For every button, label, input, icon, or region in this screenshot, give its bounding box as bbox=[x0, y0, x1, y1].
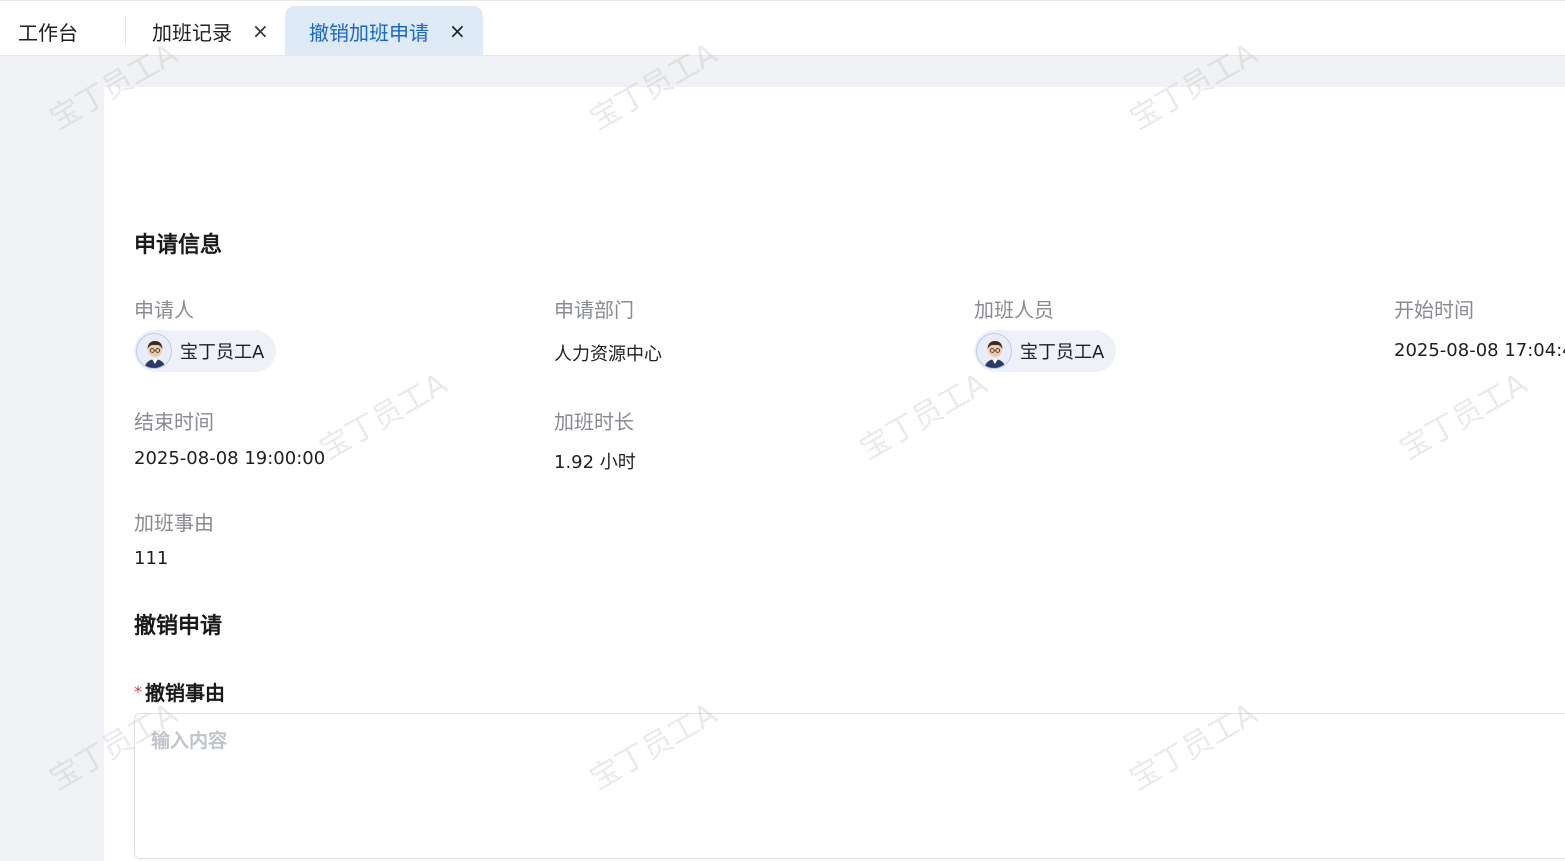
required-mark: * bbox=[134, 682, 142, 701]
cancel-reason-input[interactable] bbox=[134, 713, 1565, 859]
department-label: 申请部门 bbox=[554, 298, 634, 322]
applicant-chip[interactable]: 宝丁员工A bbox=[134, 330, 276, 372]
avatar bbox=[976, 333, 1012, 369]
user-avatar-icon bbox=[137, 334, 171, 368]
duration-value: 1.92 小时 bbox=[554, 452, 636, 473]
applicant-name: 宝丁员工A bbox=[180, 342, 265, 363]
section-title-cancel-application: 撤销申请 bbox=[134, 614, 223, 639]
applicant-label: 申请人 bbox=[134, 298, 194, 322]
cancel-reason-label: * 撤销事由 bbox=[134, 677, 225, 706]
overtime-person-chip[interactable]: 宝丁员工A bbox=[974, 330, 1116, 372]
tab-bar: 工作台 加班记录 × 撤销加班申请 × bbox=[0, 0, 1565, 56]
tab-workbench-label: 工作台 bbox=[18, 20, 78, 45]
tab-divider bbox=[125, 17, 126, 45]
close-icon[interactable]: × bbox=[252, 21, 269, 41]
tab-cancel-overtime-application-label: 撤销加班申请 bbox=[309, 20, 429, 45]
tab-cancel-overtime-application[interactable]: 撤销加班申请 × bbox=[285, 6, 483, 56]
end-time-value: 2025-08-08 19:00:00 bbox=[134, 448, 326, 469]
avatar bbox=[136, 333, 172, 369]
overtime-person-label: 加班人员 bbox=[974, 298, 1054, 322]
duration-label: 加班时长 bbox=[554, 410, 634, 434]
cancel-reason-label-text: 撤销事由 bbox=[145, 681, 225, 705]
user-avatar-icon bbox=[977, 334, 1011, 368]
tab-overtime-records[interactable]: 加班记录 × bbox=[152, 6, 280, 56]
overtime-reason-value: 111 bbox=[134, 548, 169, 569]
close-icon[interactable]: × bbox=[449, 21, 466, 41]
tab-workbench[interactable]: 工作台 bbox=[18, 6, 118, 56]
start-time-value: 2025-08-08 17:04:47 bbox=[1394, 340, 1565, 361]
end-time-label: 结束时间 bbox=[134, 410, 214, 434]
start-time-label: 开始时间 bbox=[1394, 298, 1474, 322]
department-value: 人力资源中心 bbox=[554, 344, 662, 365]
overtime-person-name: 宝丁员工A bbox=[1020, 342, 1105, 363]
section-title-application-info: 申请信息 bbox=[134, 233, 223, 258]
tab-overtime-records-label: 加班记录 bbox=[152, 20, 232, 45]
overtime-reason-label: 加班事由 bbox=[134, 511, 214, 535]
